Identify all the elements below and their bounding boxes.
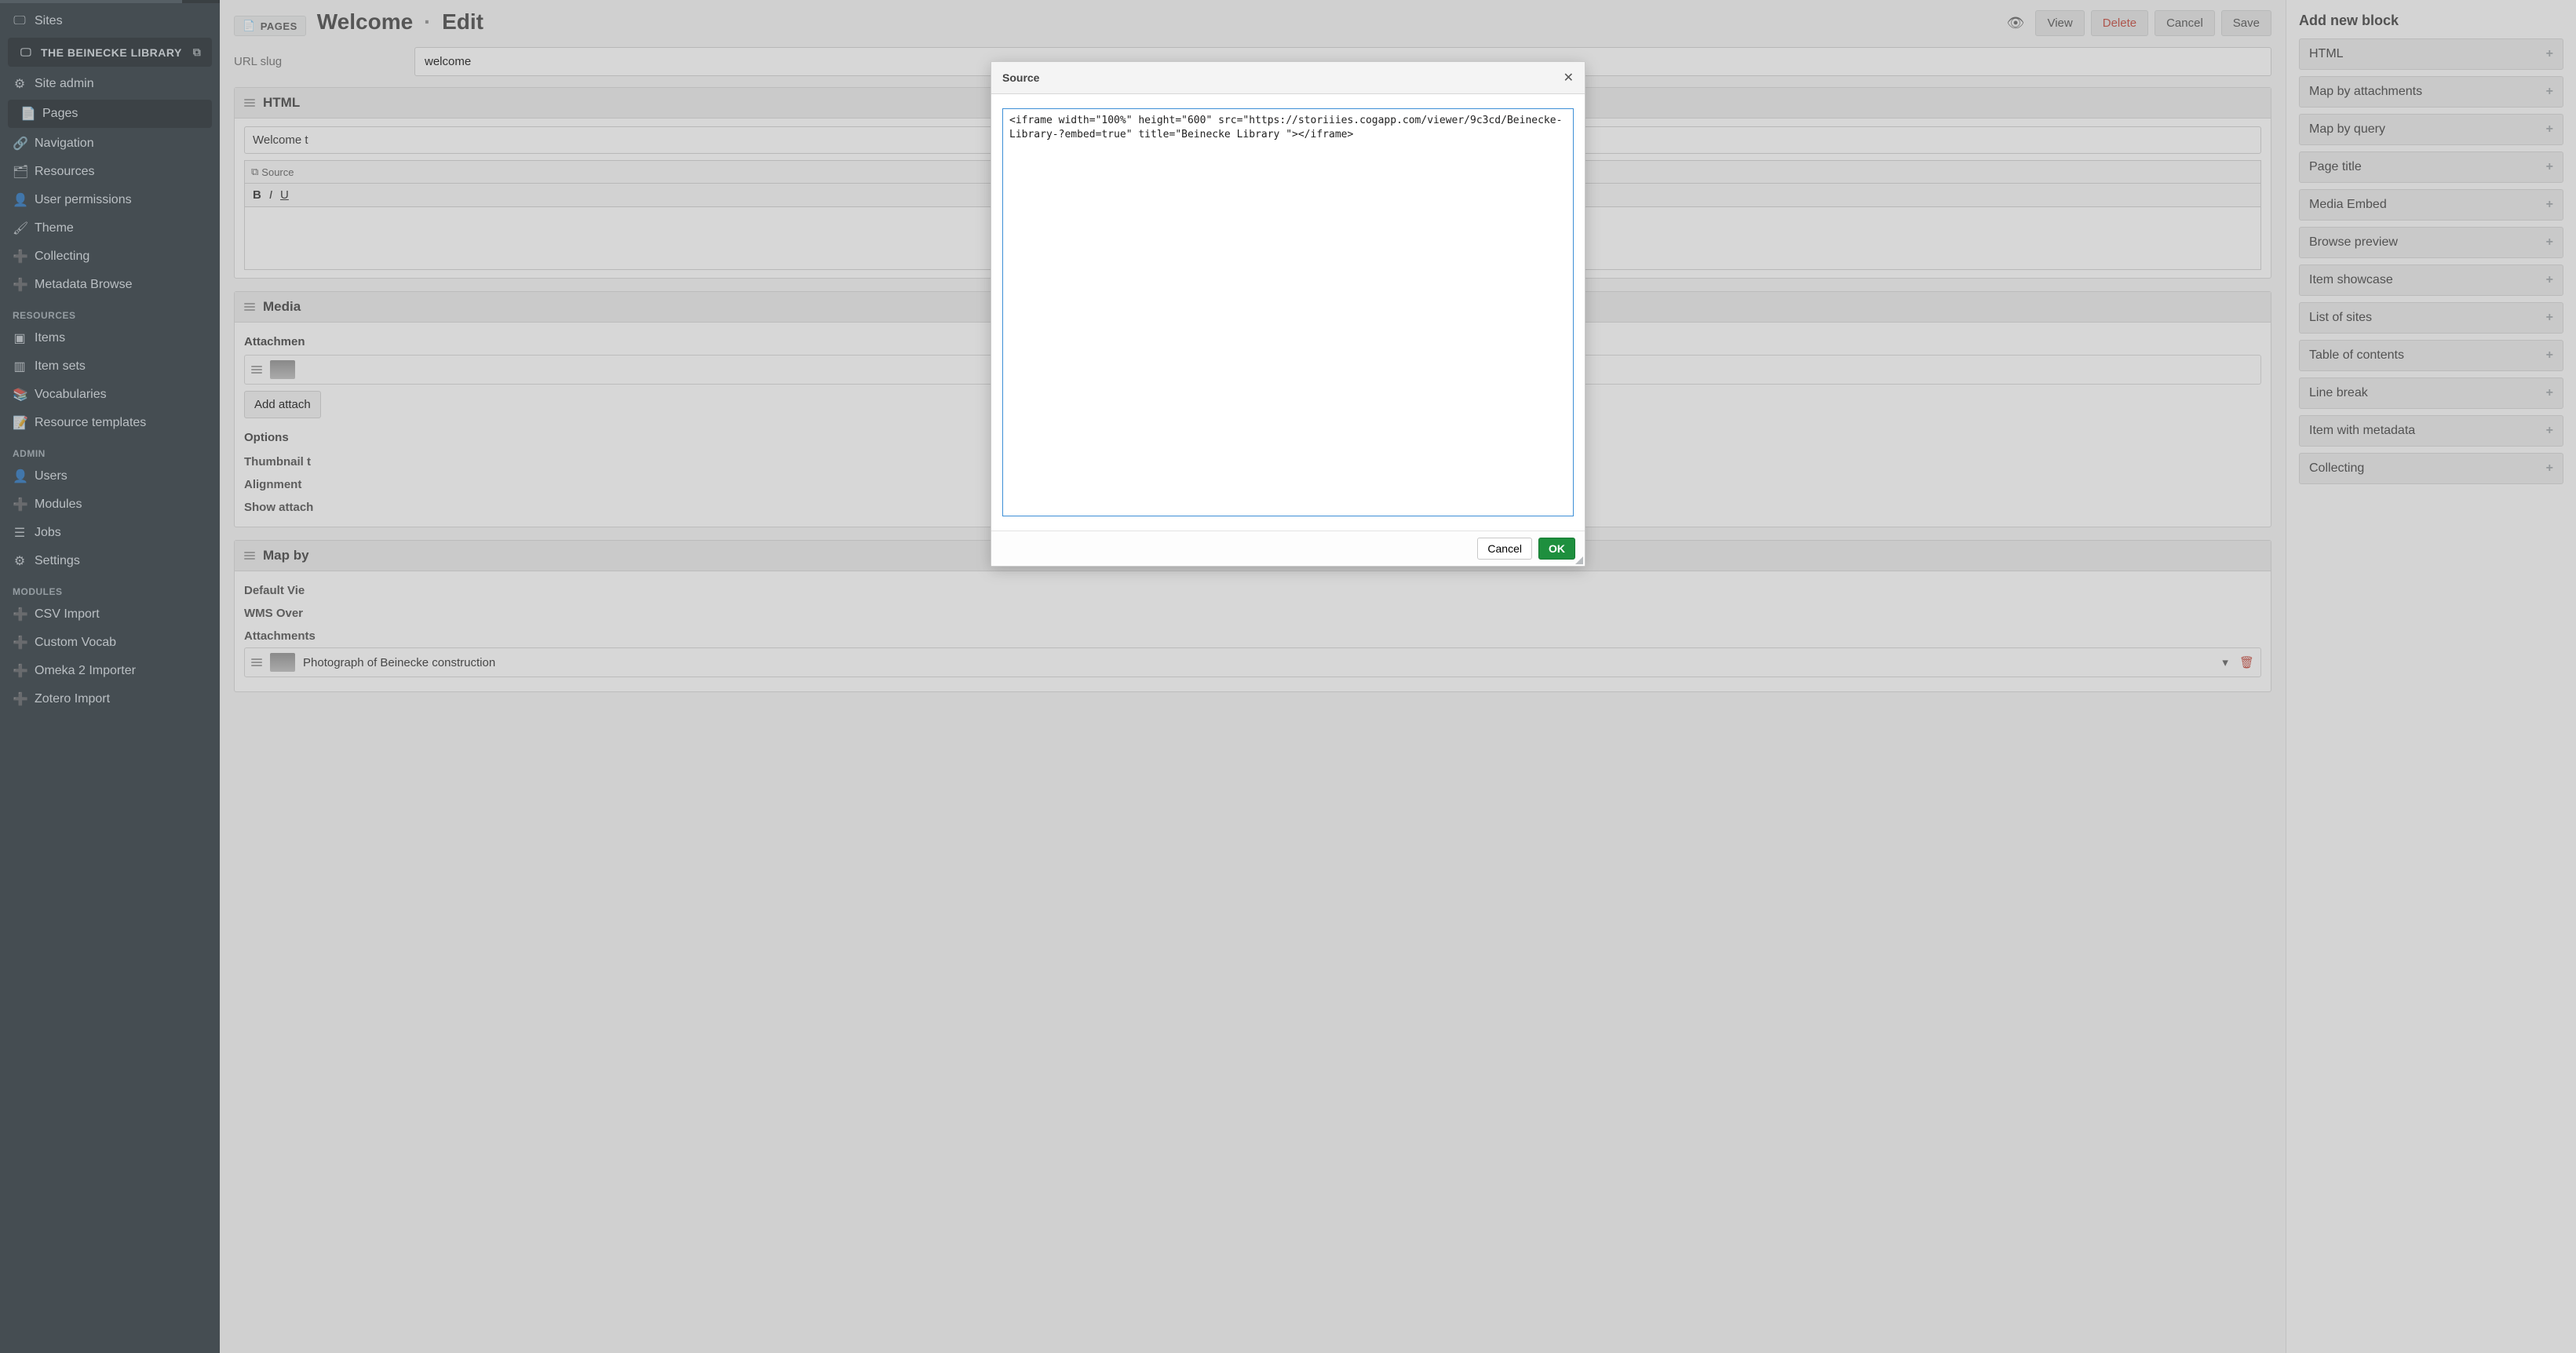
modal-scrim[interactable]: Source ✕ Cancel OK [0,0,2576,1353]
modal-cancel-button[interactable]: Cancel [1477,538,1532,560]
source-modal: Source ✕ Cancel OK [991,61,1585,567]
close-icon[interactable]: ✕ [1563,70,1574,86]
source-textarea[interactable] [1002,108,1574,516]
modal-title: Source [1002,71,1039,84]
modal-ok-button[interactable]: OK [1538,538,1575,560]
